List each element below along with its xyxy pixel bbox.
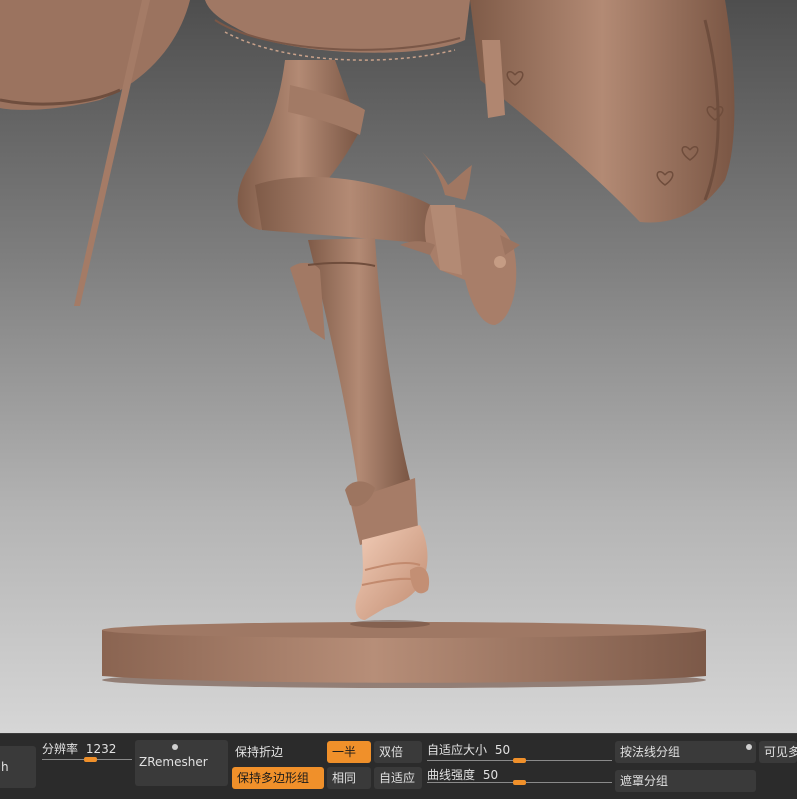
mask-polygroups-button[interactable]: 遮罩分组	[615, 770, 756, 792]
visible-button[interactable]: 可见多	[759, 741, 797, 763]
mask-polygroups-label: 遮罩分组	[620, 774, 669, 788]
polygroups-by-normal-indicator	[746, 744, 752, 750]
zremesher-button[interactable]: ZRemesher	[135, 740, 228, 786]
left-cut-label: h	[1, 760, 9, 774]
same-label: 相同	[332, 771, 357, 785]
polygroups-by-normal-label: 按法线分组	[620, 745, 681, 759]
left-cut-button[interactable]: h	[0, 746, 36, 788]
half-label: 一半	[332, 745, 357, 759]
adaptive-button[interactable]: 自适应	[374, 767, 422, 789]
double-label: 双倍	[379, 745, 404, 759]
keep-polygroups-button[interactable]: 保持多边形组	[232, 767, 324, 789]
resolution-label: 分辨率	[42, 742, 79, 756]
curve-strength-label: 曲线强度	[427, 768, 476, 782]
resolution-value: 1232	[85, 742, 117, 756]
curve-strength-value: 50	[482, 768, 499, 782]
visible-label: 可见多	[764, 745, 797, 759]
polygroups-by-normal-button[interactable]: 按法线分组	[615, 741, 756, 763]
viewport-canvas[interactable]	[0, 0, 797, 733]
resolution-knob[interactable]	[84, 757, 97, 762]
adaptive-size-knob[interactable]	[513, 758, 526, 763]
adaptive-size-value: 50	[494, 743, 511, 757]
half-button[interactable]: 一半	[327, 741, 371, 763]
keep-creases-button[interactable]: 保持折边	[235, 743, 283, 760]
adaptive-size-slider[interactable]: 自适应大小 50	[427, 741, 612, 765]
right-leg	[308, 238, 410, 500]
same-button[interactable]: 相同	[327, 767, 371, 789]
curve-strength-slider[interactable]: 曲线强度 50	[427, 766, 612, 790]
curve-strength-knob[interactable]	[513, 780, 526, 785]
zremesher-indicator	[172, 744, 178, 750]
zremesher-toolbar: h 分辨率 1232 ZRemesher 保持折边 保持多边形组 一半 相同 双…	[0, 733, 797, 799]
keep-polygroups-label: 保持多边形组	[237, 771, 310, 785]
zremesher-label: ZRemesher	[139, 755, 208, 769]
coat-right	[470, 0, 735, 223]
sculpt-model	[0, 0, 735, 688]
double-button[interactable]: 双倍	[374, 741, 422, 763]
skirt-left	[0, 0, 190, 110]
resolution-slider[interactable]: 分辨率 1232	[42, 740, 132, 766]
adaptive-label: 自适应	[379, 771, 416, 785]
adaptive-size-label: 自适应大小	[427, 743, 488, 757]
